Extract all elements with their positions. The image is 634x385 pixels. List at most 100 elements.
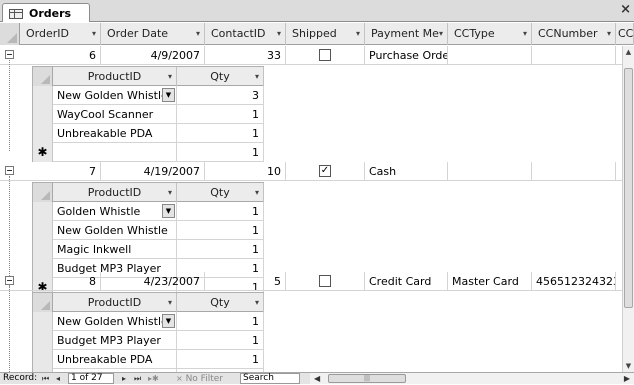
cell-productid[interactable]: New Golden Whistle ▼ bbox=[53, 312, 177, 331]
sub-table-row[interactable]: New Golden Whistle ▼ 3 bbox=[33, 86, 264, 105]
sub-column-header-qty[interactable]: Qty ▾ bbox=[177, 293, 264, 312]
row-selector[interactable] bbox=[33, 240, 53, 259]
scroll-down-icon[interactable]: ▼ bbox=[623, 360, 634, 372]
sub-table-row[interactable]: New Golden Whistle ▼ 1 bbox=[33, 312, 264, 331]
cell-ccnumber[interactable]: 4565123243233 bbox=[532, 272, 616, 291]
cell-productid[interactable]: Budget MP3 Player bbox=[53, 331, 177, 350]
dropdown-arrow-icon[interactable]: ▼ bbox=[162, 204, 175, 218]
sort-arrow-icon[interactable]: ▾ bbox=[92, 23, 96, 45]
cell-cctype[interactable] bbox=[448, 162, 532, 181]
sort-arrow-icon[interactable]: ▾ bbox=[196, 23, 200, 45]
row-selector[interactable] bbox=[33, 124, 53, 143]
sub-column-header-qty[interactable]: Qty ▾ bbox=[177, 67, 264, 86]
new-record-icon[interactable]: ▸✱ bbox=[148, 373, 159, 384]
new-record-row[interactable]: ✱ 1 bbox=[33, 143, 264, 162]
sub-column-header-qty[interactable]: Qty ▾ bbox=[177, 183, 264, 202]
cell-qty[interactable]: 1 bbox=[177, 221, 264, 240]
cell-orderid[interactable]: 8 bbox=[20, 272, 101, 291]
sub-table-row[interactable]: Unbreakable PDA 1 bbox=[33, 124, 264, 143]
search-input[interactable]: Search bbox=[240, 373, 300, 384]
shipped-checkbox[interactable] bbox=[319, 275, 331, 287]
cell-ccnumber[interactable] bbox=[532, 162, 616, 181]
cell-order-date[interactable]: 4/9/2007 bbox=[101, 46, 205, 65]
select-all-button[interactable] bbox=[0, 23, 20, 45]
row-selector[interactable] bbox=[33, 86, 53, 105]
shipped-checkbox[interactable]: ✓ bbox=[319, 165, 331, 177]
sub-column-header-productid[interactable]: ProductID ▾ bbox=[53, 67, 177, 86]
last-record-icon[interactable]: ⏭ bbox=[134, 373, 141, 384]
collapse-icon[interactable] bbox=[5, 166, 14, 175]
column-header-contactid[interactable]: ContactID ▾ bbox=[205, 23, 286, 45]
cell-qty[interactable]: 1 bbox=[177, 143, 264, 162]
sort-arrow-icon[interactable]: ▾ bbox=[607, 23, 611, 45]
collapse-icon[interactable] bbox=[5, 276, 14, 285]
sub-table-row[interactable]: Unbreakable PDA 1 bbox=[33, 350, 264, 369]
sort-arrow-icon[interactable]: ▾ bbox=[356, 23, 360, 45]
collapse-icon[interactable] bbox=[5, 50, 14, 59]
sort-arrow-icon[interactable]: ▾ bbox=[168, 293, 172, 312]
sub-select-all-button[interactable] bbox=[33, 183, 53, 202]
cell-productid[interactable]: New Golden Whistle bbox=[53, 221, 177, 240]
cell-contactid[interactable]: 5 bbox=[205, 272, 286, 291]
table-row[interactable]: 8 4/23/2007 5 Credit Card Master Card 45… bbox=[0, 272, 622, 291]
sub-table-row[interactable]: Budget MP3 Player 1 bbox=[33, 331, 264, 350]
cell-ccnumber[interactable] bbox=[532, 46, 616, 65]
sub-column-header-productid[interactable]: ProductID ▾ bbox=[53, 183, 177, 202]
table-row[interactable]: 6 4/9/2007 33 Purchase Orde bbox=[0, 46, 622, 65]
sort-arrow-icon[interactable]: ▾ bbox=[168, 67, 172, 86]
shipped-checkbox[interactable] bbox=[319, 49, 331, 61]
scroll-up-icon[interactable]: ▲ bbox=[623, 46, 634, 58]
cell-cctype[interactable] bbox=[448, 46, 532, 65]
cell-productid[interactable]: Unbreakable PDA bbox=[53, 124, 177, 143]
sub-select-all-button[interactable] bbox=[33, 67, 53, 86]
cell-qty[interactable]: 1 bbox=[177, 312, 264, 331]
sort-arrow-icon[interactable]: ▾ bbox=[277, 23, 281, 45]
cell-order-date[interactable]: 4/23/2007 bbox=[101, 272, 205, 291]
column-header-cc-truncated[interactable]: CC bbox=[616, 23, 634, 45]
cell-qty[interactable]: 3 bbox=[177, 86, 264, 105]
column-header-cctype[interactable]: CCType ▾ bbox=[448, 23, 532, 45]
tab-orders[interactable]: Orders bbox=[2, 3, 90, 22]
cell-productid[interactable]: New Golden Whistle ▼ bbox=[53, 86, 177, 105]
column-header-orderid[interactable]: OrderID ▾ bbox=[20, 23, 101, 45]
cell-qty[interactable]: 1 bbox=[177, 105, 264, 124]
sub-table-row[interactable]: WayCool Scanner 1 bbox=[33, 105, 264, 124]
record-position-field[interactable]: 1 of 27 bbox=[68, 373, 114, 384]
column-header-shipped[interactable]: Shipped ▾ bbox=[286, 23, 365, 45]
cell-contactid[interactable]: 10 bbox=[205, 162, 286, 181]
sub-table-row[interactable]: New Golden Whistle 1 bbox=[33, 221, 264, 240]
sub-table-row[interactable]: Magic Inkwell 1 bbox=[33, 240, 264, 259]
scroll-thumb[interactable]: ||| bbox=[328, 374, 406, 383]
sort-arrow-icon[interactable]: ▾ bbox=[439, 23, 443, 45]
cell-contactid[interactable]: 33 bbox=[205, 46, 286, 65]
cell-productid[interactable]: WayCool Scanner bbox=[53, 105, 177, 124]
cell-cctype[interactable]: Master Card bbox=[448, 272, 532, 291]
cell-orderid[interactable]: 7 bbox=[20, 162, 101, 181]
table-row[interactable]: 7 4/19/2007 10 ✓ Cash bbox=[0, 162, 622, 181]
sub-column-header-productid[interactable]: ProductID ▾ bbox=[53, 293, 177, 312]
cell-orderid[interactable]: 6 bbox=[20, 46, 101, 65]
dropdown-arrow-icon[interactable]: ▼ bbox=[162, 314, 175, 328]
scroll-left-icon[interactable]: ◀ bbox=[314, 373, 320, 384]
cell-payment-method[interactable]: Credit Card bbox=[365, 272, 448, 291]
dropdown-arrow-icon[interactable]: ▼ bbox=[162, 88, 175, 102]
column-header-ccnumber[interactable]: CCNumber ▾ bbox=[532, 23, 616, 45]
no-filter-button[interactable]: ⨯ No Filter bbox=[176, 373, 223, 384]
horizontal-scrollbar[interactable]: ◀ ||| ▶ bbox=[310, 373, 634, 384]
close-icon[interactable]: × bbox=[620, 2, 631, 17]
sub-select-all-button[interactable] bbox=[33, 293, 53, 312]
row-selector[interactable] bbox=[33, 202, 53, 221]
cell-payment-method[interactable]: Cash bbox=[365, 162, 448, 181]
sort-arrow-icon[interactable]: ▾ bbox=[255, 293, 259, 312]
cell-productid[interactable]: Magic Inkwell bbox=[53, 240, 177, 259]
scroll-thumb[interactable] bbox=[624, 68, 633, 308]
cell-qty[interactable]: 1 bbox=[177, 331, 264, 350]
cell-qty[interactable]: 1 bbox=[177, 350, 264, 369]
previous-record-icon[interactable]: ◂ bbox=[56, 373, 60, 384]
column-header-payment-method[interactable]: Payment Me ▾ bbox=[365, 23, 448, 45]
cell-qty[interactable]: 1 bbox=[177, 240, 264, 259]
row-selector[interactable] bbox=[33, 105, 53, 124]
cell-qty[interactable]: 1 bbox=[177, 124, 264, 143]
sort-arrow-icon[interactable]: ▾ bbox=[255, 67, 259, 86]
next-record-icon[interactable]: ▸ bbox=[122, 373, 126, 384]
